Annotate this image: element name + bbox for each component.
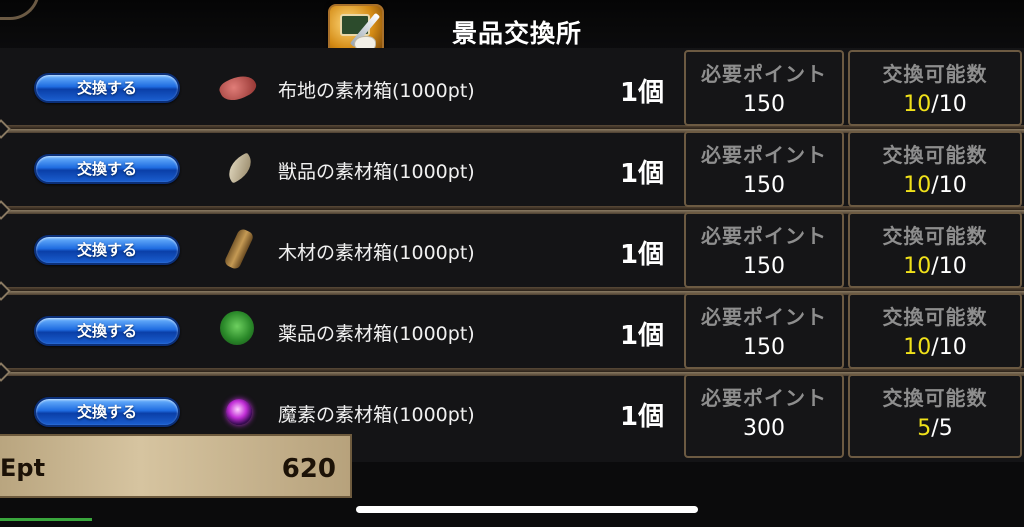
exchange-button[interactable]: 交換する [34, 154, 180, 184]
item-quantity: 1個 [620, 78, 665, 108]
exchange-count-total: /10 [931, 173, 967, 198]
exchange-count-label: 交換可能数 [882, 143, 988, 167]
home-indicator[interactable] [356, 506, 698, 513]
required-points-panel: 必要ポイント 150 [684, 293, 844, 369]
exchange-count-label: 交換可能数 [882, 386, 988, 410]
required-points-panel: 必要ポイント 150 [684, 50, 844, 126]
event-points-panel: Ept 620 [0, 434, 352, 498]
required-points-value: 150 [743, 173, 785, 198]
exchange-count-current: 10 [903, 92, 932, 117]
required-points-value: 150 [743, 92, 785, 117]
required-points-value: 150 [743, 254, 785, 279]
exchange-button[interactable]: 交換する [34, 235, 180, 265]
exchange-button[interactable]: 交換する [34, 316, 180, 346]
required-points-value: 300 [743, 416, 785, 441]
required-points-value: 150 [743, 335, 785, 360]
list-item: 交換する 獣品の素材箱(1000pt) 1個 必要ポイント 150 交換可能数 … [0, 119, 1024, 210]
item-quantity: 1個 [620, 159, 665, 189]
item-quantity: 1個 [620, 402, 665, 432]
cloth-material-icon [217, 69, 259, 107]
required-points-panel: 必要ポイント 150 [684, 212, 844, 288]
wood-material-icon [220, 227, 258, 271]
exchange-count-label: 交換可能数 [882, 62, 988, 86]
event-points-value: 620 [281, 454, 336, 484]
required-points-label: 必要ポイント [701, 305, 827, 329]
exchange-count-current: 10 [903, 335, 932, 360]
item-name: 薬品の素材箱(1000pt) [278, 323, 475, 345]
item-name: 獣品の素材箱(1000pt) [278, 161, 475, 183]
required-points-label: 必要ポイント [701, 143, 827, 167]
required-points-label: 必要ポイント [701, 62, 827, 86]
item-quantity: 1個 [620, 321, 665, 351]
exchange-count-panel: 交換可能数 5/5 [848, 374, 1022, 458]
exchange-count-panel: 交換可能数 10/10 [848, 212, 1022, 288]
event-points-label: Ept [0, 454, 46, 482]
header-ornament [0, 0, 40, 20]
required-points-panel: 必要ポイント 150 [684, 131, 844, 207]
list-item: 交換する 木材の素材箱(1000pt) 1個 必要ポイント 150 交換可能数 … [0, 200, 1024, 291]
item-quantity: 1個 [620, 240, 665, 270]
magic-orb-icon [220, 393, 258, 431]
exchange-count-total: /10 [931, 254, 967, 279]
herb-material-icon [220, 311, 258, 349]
fang-material-icon [220, 150, 258, 188]
exchange-count-total: /5 [931, 416, 953, 441]
exchange-button[interactable]: 交換する [34, 73, 180, 103]
required-points-label: 必要ポイント [701, 386, 827, 410]
exchange-count-current: 10 [903, 173, 932, 198]
exchange-count-total: /10 [931, 92, 967, 117]
required-points-panel: 必要ポイント 300 [684, 374, 844, 458]
exchange-button[interactable]: 交換する [34, 397, 180, 427]
list-item: 交換する 布地の素材箱(1000pt) 1個 必要ポイント 150 交換可能数 … [0, 48, 1024, 129]
item-name: 魔素の素材箱(1000pt) [278, 404, 475, 426]
exchange-count-current: 5 [917, 416, 932, 441]
exchange-count-total: /10 [931, 335, 967, 360]
required-points-label: 必要ポイント [701, 224, 827, 248]
item-name: 木材の素材箱(1000pt) [278, 242, 475, 264]
progress-indicator [0, 518, 92, 521]
exchange-count-label: 交換可能数 [882, 305, 988, 329]
exchange-screen: 景品交換所 交換する 布地の素材箱(1000pt) 1個 必要ポイント 150 … [0, 0, 1024, 527]
list-item: 交換する 薬品の素材箱(1000pt) 1個 必要ポイント 150 交換可能数 … [0, 281, 1024, 372]
exchange-count-panel: 交換可能数 10/10 [848, 293, 1022, 369]
exchange-count-current: 10 [903, 254, 932, 279]
exchange-count-panel: 交換可能数 10/10 [848, 131, 1022, 207]
bottom-bar [0, 514, 1024, 527]
page-title: 景品交換所 [452, 19, 583, 48]
exchange-count-panel: 交換可能数 10/10 [848, 50, 1022, 126]
exchange-count-label: 交換可能数 [882, 224, 988, 248]
item-name: 布地の素材箱(1000pt) [278, 80, 475, 102]
